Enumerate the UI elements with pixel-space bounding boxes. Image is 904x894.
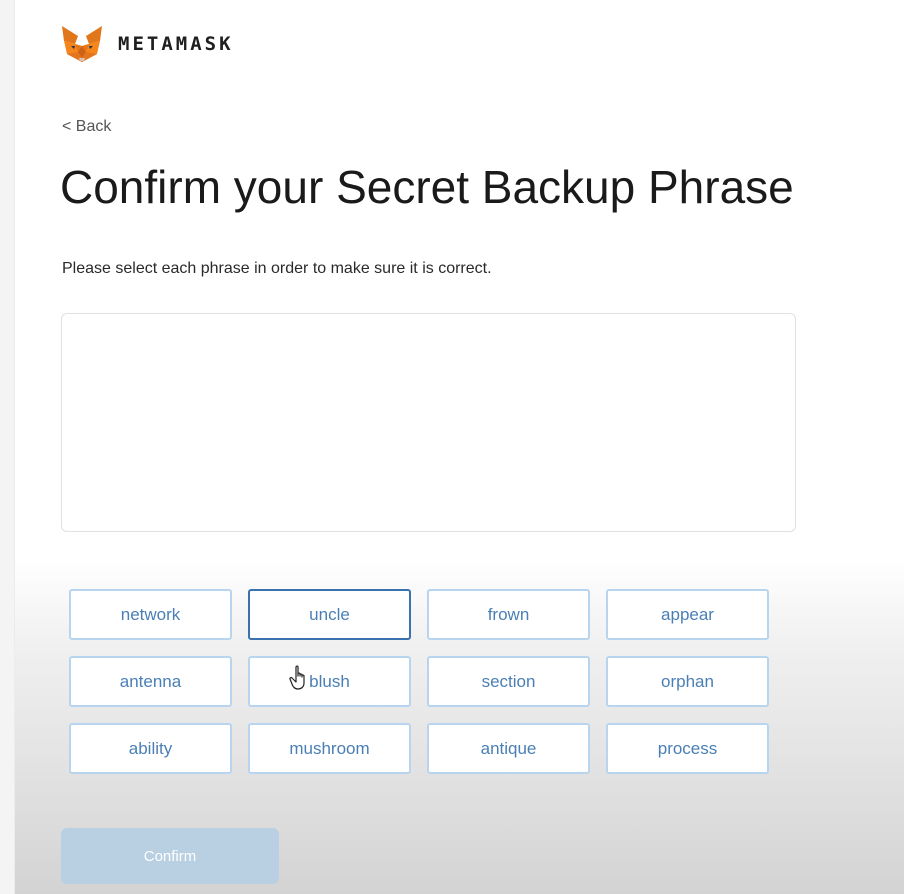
word-choice-grid: network uncle frown appear antenna blush… bbox=[69, 589, 769, 774]
metamask-fox-icon bbox=[62, 26, 102, 62]
confirm-button[interactable]: Confirm bbox=[61, 828, 279, 884]
word-button[interactable]: section bbox=[427, 656, 590, 707]
instructions-text: Please select each phrase in order to ma… bbox=[62, 260, 492, 277]
back-link[interactable]: < Back bbox=[62, 118, 111, 136]
window-edge bbox=[0, 0, 15, 894]
word-button[interactable]: ability bbox=[69, 723, 232, 774]
word-button[interactable]: frown bbox=[427, 589, 590, 640]
word-button[interactable]: appear bbox=[606, 589, 769, 640]
hand-pointer-cursor-icon bbox=[289, 665, 305, 690]
word-button[interactable]: mushroom bbox=[248, 723, 411, 774]
word-button[interactable]: antique bbox=[427, 723, 590, 774]
word-button[interactable]: network bbox=[69, 589, 232, 640]
word-button[interactable]: blush bbox=[248, 656, 411, 707]
selected-phrase-area[interactable] bbox=[61, 313, 796, 532]
brand-name: METAMASK bbox=[118, 33, 234, 55]
metamask-page: METAMASK < Back Confirm your Secret Back… bbox=[0, 0, 904, 894]
word-button[interactable]: process bbox=[606, 723, 769, 774]
page-title: Confirm your Secret Backup Phrase bbox=[60, 161, 794, 213]
header: METAMASK bbox=[60, 22, 234, 66]
word-button[interactable]: antenna bbox=[69, 656, 232, 707]
word-button[interactable]: uncle bbox=[248, 589, 411, 640]
word-button[interactable]: orphan bbox=[606, 656, 769, 707]
